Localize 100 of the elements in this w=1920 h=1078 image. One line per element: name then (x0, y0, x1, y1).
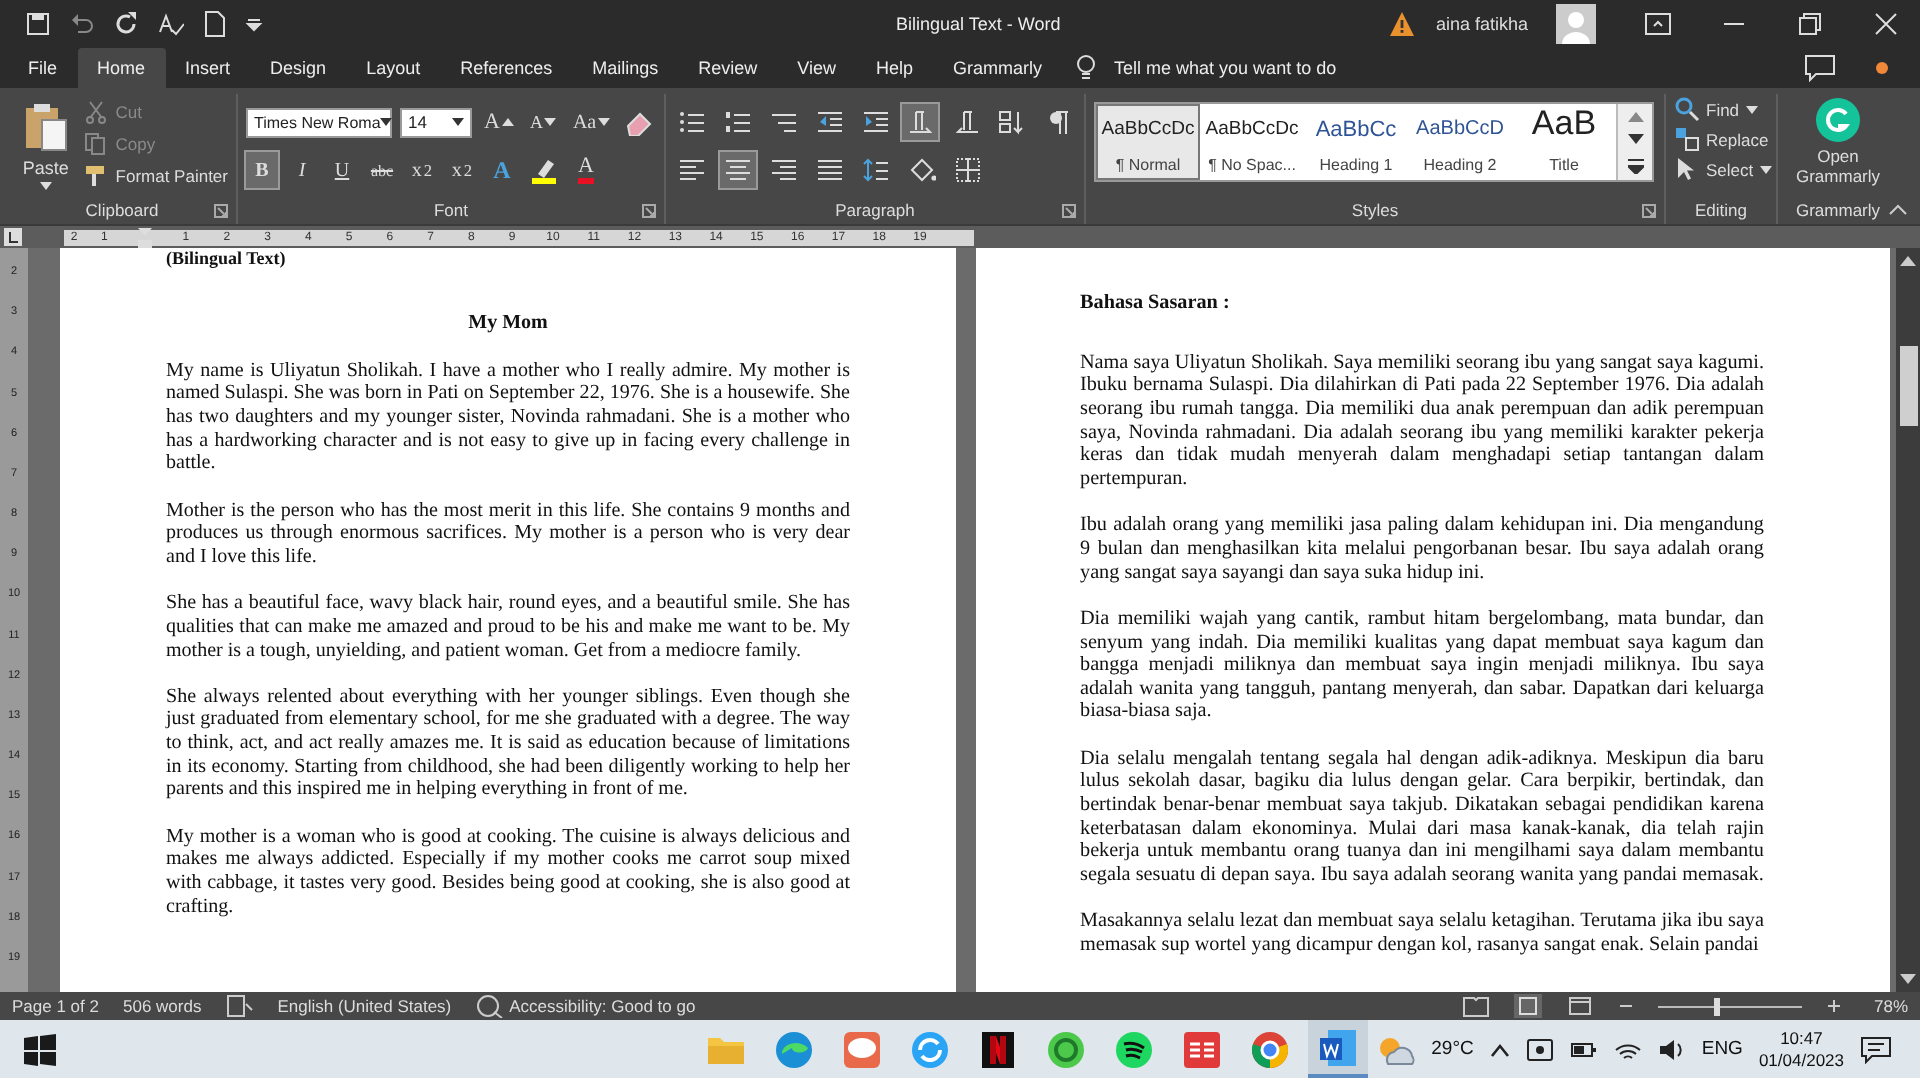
left-to-right-button[interactable] (902, 104, 939, 140)
windows-start-icon[interactable] (24, 1033, 56, 1065)
page-header-text: (Bilingual Text) (166, 248, 288, 268)
word-count[interactable]: 506 words (122, 996, 202, 1016)
style-option[interactable]: AaBbCcDc ¶ No Spac... (1200, 104, 1304, 180)
align-center-icon (724, 156, 752, 184)
battery-icon[interactable] (1569, 1039, 1598, 1059)
ribbon-tab[interactable]: File (8, 48, 78, 88)
shrink-font-button[interactable]: A (525, 104, 561, 140)
replace-button[interactable]: Replace (1674, 126, 1768, 152)
ribbon-tab[interactable]: Insert (165, 48, 251, 88)
ribbon-tab[interactable]: Help (856, 48, 934, 88)
paragraph: Ibu adalah orang yang memiliki jasa paling dalam kehidupan ini. Dia mengandung 9 bulan dan menghasilkan kita melalui pengorbanan besar. Ibu saya adalah orang yang sangat saya sayangi dan saya suka hidup ini. (1080, 514, 1764, 585)
style-option[interactable]: AaBbCc Heading 1 (1304, 104, 1408, 180)
web-layout-icon[interactable] (1565, 994, 1594, 1018)
ribbon-tab[interactable]: View (777, 48, 857, 88)
ribbon-display-icon[interactable] (1644, 10, 1672, 38)
indent-marker-icon[interactable] (138, 227, 153, 247)
font-size-field[interactable]: 14 (400, 107, 472, 137)
notifications-icon[interactable] (1860, 1035, 1892, 1063)
save-icon[interactable] (24, 10, 52, 38)
paragraph: My name is Uliyatun Sholikah. I have a mother who I really admire. My mother is named Sulaspi. She was born in Pati on September 22, 1976. She is a housewife. She has two daughters and my younger sister, Novinda rahmadani. She is a mother who has a hardworking character and is not easy to give up in facing every challenge in battle. (166, 359, 850, 476)
volume-icon[interactable] (1657, 1037, 1686, 1061)
clipboard-painter-button[interactable]: Format Painter (83, 162, 228, 190)
lightbulb-icon (1074, 54, 1099, 82)
multilevel-list-icon (769, 108, 798, 136)
clock-date[interactable]: 01/04/2023 (1758, 1049, 1844, 1071)
increase-indent-icon (861, 108, 889, 136)
undo-icon[interactable] (68, 10, 96, 38)
weather-icon[interactable] (1375, 1033, 1416, 1065)
align-center-button[interactable] (720, 152, 756, 188)
restore-icon[interactable] (1796, 10, 1824, 38)
collapse-ribbon-icon[interactable] (1888, 204, 1908, 216)
style-option[interactable]: AaBbCcDc ¶ Normal (1096, 104, 1200, 180)
group-label: Paragraph (835, 200, 915, 220)
print-layout-icon[interactable] (1513, 994, 1542, 1018)
group-label: Editing (1695, 200, 1747, 220)
ribbon-tab[interactable]: Design (250, 48, 347, 88)
find-button[interactable]: Find (1674, 96, 1768, 122)
close-icon[interactable] (1872, 10, 1900, 38)
align-right-icon (770, 156, 798, 184)
scrollbar-thumb[interactable] (1899, 346, 1917, 426)
paste-button[interactable]: Paste (16, 94, 76, 196)
comment-icon[interactable] (1804, 54, 1836, 82)
caret-icon (1745, 105, 1758, 113)
dialog-launcher-icon[interactable] (214, 204, 228, 218)
ribbon-tab[interactable]: Home (77, 48, 166, 88)
scroll-down-icon[interactable] (1627, 134, 1643, 146)
font-name-field[interactable]: Times New Roma (246, 107, 392, 137)
chrome-icon (1250, 1029, 1290, 1069)
borders-button[interactable] (950, 152, 986, 188)
show-hidden-icons-icon[interactable] (1489, 1041, 1510, 1057)
temperature[interactable]: 29°C (1431, 1038, 1474, 1060)
ribbon-tab[interactable]: Mailings (572, 48, 679, 88)
zoom-slider-thumb[interactable] (1713, 997, 1720, 1015)
change-case-button[interactable]: Aa (568, 104, 615, 140)
word-icon (1318, 1027, 1358, 1067)
open-grammarly-button[interactable]: Open Grammarly (1788, 94, 1888, 196)
user-name[interactable]: aina fatikha (1435, 14, 1528, 34)
scroll-down-icon[interactable] (1900, 974, 1916, 986)
paragraph: Mother is the person who has the most merit in this life. She contains 9 months and produces us through enormous sacrifices. My mother is a person who is very dear and I love this life. (166, 499, 850, 570)
input-language[interactable]: ENG (1701, 1038, 1743, 1060)
language-status[interactable]: English (United States) (277, 996, 452, 1016)
format-button[interactable]: abc (366, 152, 398, 188)
style-option[interactable]: AaBbCcD Heading 2 (1408, 104, 1512, 180)
clock-time[interactable]: 10:47 (1780, 1027, 1823, 1049)
document-icon[interactable] (200, 10, 228, 38)
more-icon[interactable] (1627, 158, 1643, 174)
ribbon-tab[interactable]: Layout (346, 48, 441, 88)
document-heading: Bahasa Sasaran : (1080, 292, 1230, 316)
vertical-scrollbar[interactable] (1896, 248, 1920, 992)
format-button[interactable]: U (326, 152, 358, 188)
meet-now-icon[interactable] (1525, 1037, 1554, 1061)
style-option[interactable]: AaB Title (1512, 104, 1616, 180)
format-button[interactable]: I (286, 152, 318, 188)
paragraph: Masakannya selalu lezat dan membuat saya selalu ketagihan. Terutama jika ibu saya memasak sup wortel yang dicampur dengan kol, rasanya sangat enak. Selain pandai (1080, 910, 1764, 958)
select-button[interactable]: Select (1674, 156, 1768, 182)
scroll-up-icon[interactable] (1900, 254, 1916, 266)
scroll-up-icon[interactable] (1627, 110, 1643, 122)
tab-selector-icon[interactable] (4, 228, 22, 246)
page-count[interactable]: Page 1 of 2 (12, 996, 99, 1016)
proofing-icon[interactable] (225, 994, 254, 1018)
numbering-icon (723, 108, 752, 136)
redo-icon[interactable] (112, 10, 140, 38)
dialog-launcher-icon[interactable] (1642, 204, 1656, 218)
spelling-icon[interactable] (156, 10, 184, 38)
eraser-icon[interactable] (622, 108, 655, 136)
grow-font-button[interactable]: A (480, 104, 518, 140)
font-color-button[interactable]: A (570, 152, 602, 188)
ribbon-tab[interactable]: References (440, 48, 573, 88)
ribbon-tab[interactable]: Review (678, 48, 778, 88)
ribbon-tab[interactable]: Grammarly (933, 48, 1063, 88)
accessibility-status[interactable]: Accessibility: Good to go (475, 994, 696, 1018)
format-button[interactable]: B (246, 152, 278, 188)
dialog-launcher-icon[interactable] (1062, 204, 1076, 218)
tell-me-search-field[interactable]: Tell me what you want to do (1110, 56, 1411, 80)
zoom-in-icon[interactable] (1825, 998, 1842, 1014)
dialog-launcher-icon[interactable] (642, 204, 656, 218)
zoom-level[interactable]: 78% (1873, 996, 1908, 1016)
read-mode-icon[interactable] (1461, 994, 1490, 1018)
